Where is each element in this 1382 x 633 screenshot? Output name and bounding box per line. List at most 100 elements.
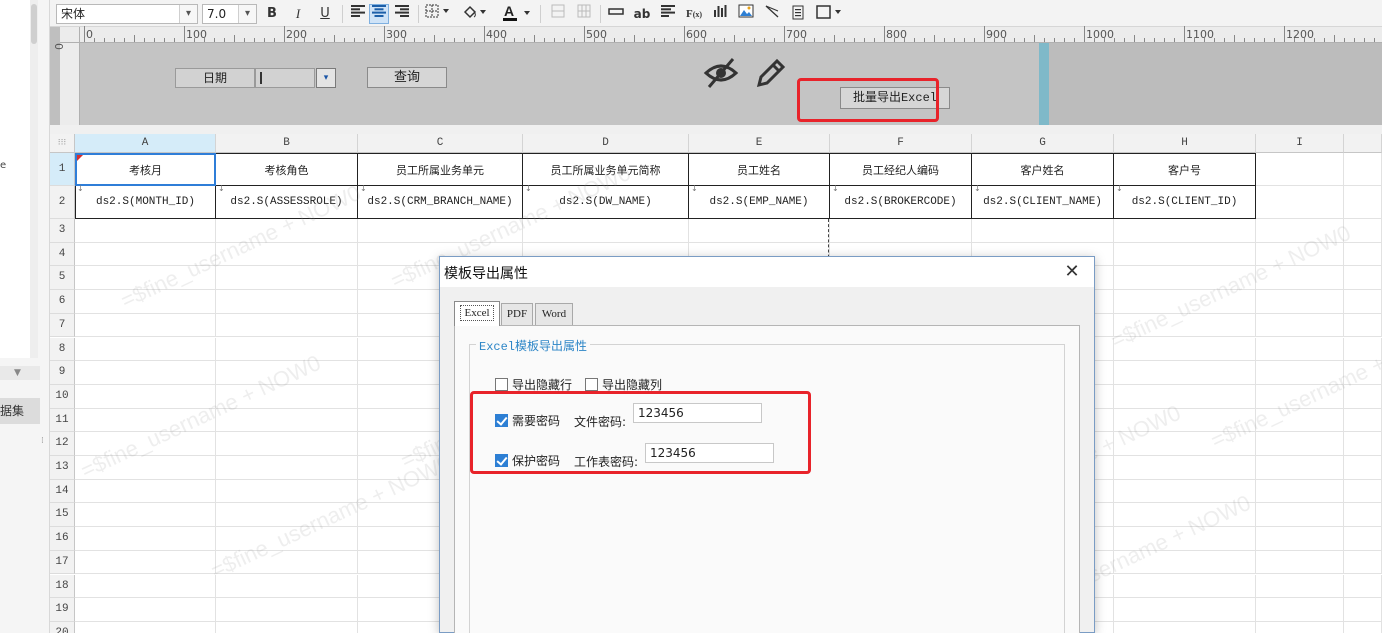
- column-header[interactable]: C: [358, 134, 523, 153]
- grid-cell[interactable]: [1114, 503, 1256, 528]
- row-header[interactable]: 5: [50, 266, 75, 291]
- grid-cell[interactable]: [1114, 456, 1256, 480]
- binding-cell[interactable]: ds2.S(CLIENT_ID): [1114, 186, 1256, 219]
- grid-cell[interactable]: [216, 290, 358, 314]
- grid-cell[interactable]: [75, 621, 216, 633]
- grid-cell[interactable]: [75, 550, 216, 575]
- column-header[interactable]: F: [830, 134, 972, 153]
- grid-cell[interactable]: [1256, 527, 1344, 551]
- grid-cell[interactable]: [1114, 527, 1256, 551]
- row-header[interactable]: 19: [50, 598, 75, 622]
- eye-hidden-icon[interactable]: [703, 55, 739, 91]
- header-cell[interactable]: 员工所属业务单元: [358, 153, 523, 186]
- grid-cell[interactable]: [1114, 574, 1256, 599]
- diagonal-line-icon[interactable]: [762, 4, 782, 24]
- binding-cell[interactable]: ds2.S(MONTH_ID): [75, 186, 216, 219]
- grid-cell[interactable]: [1256, 550, 1344, 575]
- grid-cell[interactable]: [1344, 408, 1382, 433]
- grid-cell[interactable]: [1256, 574, 1344, 599]
- image-icon[interactable]: [736, 4, 756, 24]
- clipboard-icon[interactable]: [788, 4, 808, 24]
- binding-cell[interactable]: ds2.S(CRM_BRANCH_NAME): [358, 186, 523, 219]
- row-header[interactable]: 8: [50, 337, 75, 362]
- collapse-arrow-icon[interactable]: ▼: [14, 368, 21, 378]
- column-header[interactable]: A: [75, 134, 216, 153]
- date-input[interactable]: [255, 68, 315, 88]
- bold-icon[interactable]: B: [262, 4, 282, 24]
- dialog-titlebar[interactable]: 模板导出属性 ✕: [440, 257, 1094, 287]
- grid-cell[interactable]: [1344, 574, 1382, 599]
- grid-cell[interactable]: [75, 361, 216, 385]
- query-button[interactable]: 查询: [367, 67, 447, 88]
- grid-cell[interactable]: [216, 361, 358, 385]
- cell-border-style-icon[interactable]: [814, 4, 844, 24]
- grid-cell[interactable]: [216, 408, 358, 433]
- grid-cell[interactable]: [1114, 290, 1256, 314]
- binding-cell[interactable]: ds2.S(ASSESSROLE): [216, 186, 358, 219]
- grid-cell[interactable]: [1344, 432, 1382, 456]
- grid-cell[interactable]: [1256, 432, 1344, 456]
- grid-cell[interactable]: [1256, 313, 1344, 338]
- header-cell[interactable]: 考核角色: [216, 153, 358, 186]
- grid-cell[interactable]: [1256, 266, 1344, 291]
- grid-cell[interactable]: [1256, 598, 1344, 622]
- chevron-down-icon[interactable]: ▾: [238, 5, 256, 23]
- split-cells-icon[interactable]: [574, 4, 594, 24]
- binding-cell[interactable]: ds2.S(CLIENT_NAME): [972, 186, 1114, 219]
- grid-cell[interactable]: [1344, 242, 1382, 267]
- grid-cell[interactable]: [1344, 384, 1382, 409]
- grid-cell[interactable]: [689, 219, 830, 243]
- grid-cell[interactable]: [1114, 266, 1256, 291]
- grid-cell[interactable]: [1114, 598, 1256, 622]
- grid-cell[interactable]: [523, 219, 689, 243]
- column-header[interactable]: D: [523, 134, 689, 153]
- panel-resize-bar[interactable]: [1039, 43, 1049, 125]
- header-cell[interactable]: 员工姓名: [689, 153, 830, 186]
- row-header[interactable]: 9: [50, 361, 75, 385]
- grid-cell[interactable]: [1344, 153, 1382, 186]
- grid-cell[interactable]: [75, 337, 216, 362]
- header-cell[interactable]: 员工所属业务单元简称: [523, 153, 689, 186]
- formula-icon[interactable]: F(x): [684, 4, 704, 24]
- row-header[interactable]: 2: [50, 186, 75, 219]
- header-cell[interactable]: 客户号: [1114, 153, 1256, 186]
- left-scrollbar-thumb[interactable]: [31, 4, 37, 44]
- grid-cell[interactable]: [1256, 219, 1344, 243]
- column-header[interactable]: [1344, 134, 1382, 153]
- grid-cell[interactable]: [1114, 384, 1256, 409]
- grid-cell[interactable]: [1114, 432, 1256, 456]
- grid-cell[interactable]: [216, 550, 358, 575]
- column-header[interactable]: I: [1256, 134, 1344, 153]
- grid-cell[interactable]: [1256, 242, 1344, 267]
- grid-cell[interactable]: [1256, 290, 1344, 314]
- grid-cell[interactable]: [1344, 456, 1382, 480]
- grid-cell[interactable]: [1114, 219, 1256, 243]
- grid-cell[interactable]: [1344, 266, 1382, 291]
- grid-cell[interactable]: [1344, 290, 1382, 314]
- grid-cell[interactable]: [1114, 361, 1256, 385]
- grid-cell[interactable]: [1256, 186, 1344, 219]
- row-header[interactable]: 7: [50, 313, 75, 338]
- grid-cell[interactable]: [1256, 153, 1344, 186]
- row-header[interactable]: 6: [50, 290, 75, 314]
- row-header[interactable]: 17: [50, 550, 75, 575]
- align-right-icon[interactable]: [392, 4, 412, 24]
- row-header[interactable]: 4: [50, 242, 75, 267]
- grid-cell[interactable]: [216, 337, 358, 362]
- calendar-dropdown-icon[interactable]: ▾: [316, 68, 336, 88]
- grid-cell[interactable]: [358, 219, 523, 243]
- grid-cell[interactable]: [1114, 479, 1256, 504]
- grid-cell[interactable]: [1114, 242, 1256, 267]
- resize-handle-icon[interactable]: ⁞: [41, 436, 44, 446]
- italic-icon[interactable]: I: [288, 4, 308, 24]
- font-size-select[interactable]: 7.0 ▾: [202, 4, 257, 24]
- grid-cell[interactable]: [1344, 598, 1382, 622]
- grid-cell[interactable]: [75, 266, 216, 291]
- header-cell[interactable]: 客户姓名: [972, 153, 1114, 186]
- grid-cell[interactable]: [1344, 219, 1382, 243]
- grid-cell[interactable]: [75, 574, 216, 599]
- dataset-tab[interactable]: 据集: [0, 398, 40, 424]
- text-icon[interactable]: ab: [632, 4, 652, 24]
- merge-cells-icon[interactable]: [548, 4, 568, 24]
- header-cell[interactable]: 考核月: [75, 153, 216, 186]
